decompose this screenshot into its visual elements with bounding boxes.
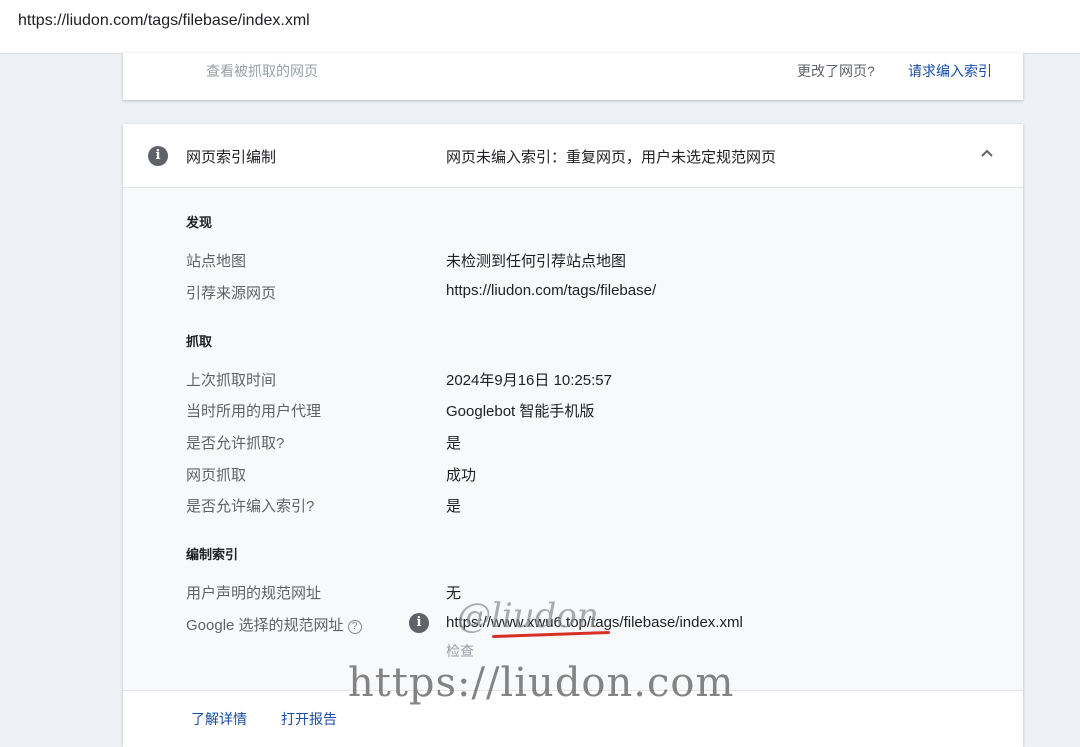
info-icon[interactable]: i [409,613,429,633]
row-value-sitemaps: 未检测到任何引荐站点地图 [446,253,627,270]
row-value-referring-page[interactable]: https://liudon.com/tags/filebase/ [446,282,656,299]
section-title-indexing: 编制索引 [186,547,239,562]
indexing-status: 网页未编入索引：重复网页，用户未选定规范网页 [446,149,777,166]
row-value-user-agent: Googlebot 智能手机版 [446,403,595,420]
address-bar-url[interactable]: https://liudon.com/tags/filebase/index.x… [18,12,310,30]
page-indexing-title: 网页索引编制 [186,149,277,166]
section-title-crawl: 抓取 [186,334,213,349]
help-icon[interactable]: ? [347,620,362,634]
row-value-last-crawl: 2024年9月16日 10:25:57 [446,372,612,389]
row-label-crawl-allowed: 是否允许抓取? [186,435,285,452]
section-title-discovery: 发现 [186,215,213,230]
row-label-user-canonical: 用户声明的规范网址 [186,585,322,602]
row-label-sitemaps: 站点地图 [186,253,247,270]
row-value-crawl-allowed: 是 [446,435,462,452]
inspect-link[interactable]: 检查 [446,641,474,661]
row-value-indexing-allowed: 是 [446,498,462,515]
crawled-page-card: 查看被抓取的网页 更改了网页? 请求编入索引 [123,53,1023,100]
watermark-url: https://liudon.com [348,660,735,706]
watermark-handle: @liudon [457,596,599,636]
row-label-indexing-allowed: 是否允许编入索引? [186,498,315,515]
page-indexing-header[interactable]: i 网页索引编制 网页未编入索引：重复网页，用户未选定规范网页 [123,124,1023,188]
learn-more-button[interactable]: 了解详情 [191,709,247,729]
page-changed-question: 更改了网页? [797,63,875,79]
open-report-button[interactable]: 打开报告 [281,709,337,729]
info-icon: i [148,146,168,166]
row-label-google-canonical: Google 选择的规范网址? [186,614,362,635]
google-canonical-label: Google 选择的规范网址 [186,617,344,634]
row-label-user-agent: 当时所用的用户代理 [186,403,322,420]
row-label-last-crawl: 上次抓取时间 [186,372,277,389]
row-label-page-fetch: 网页抓取 [186,467,247,484]
request-indexing-button[interactable]: 请求编入索引 [908,61,992,81]
page-indexing-card: i 网页索引编制 网页未编入索引：重复网页，用户未选定规范网页 发现 站点地图 … [123,124,1023,747]
row-label-referring-page: 引荐来源网页 [186,285,277,302]
address-bar[interactable]: https://liudon.com/tags/filebase/index.x… [0,0,1080,54]
chevron-up-icon[interactable] [975,142,999,166]
row-value-page-fetch: 成功 [446,467,477,484]
view-crawled-page-link[interactable]: 查看被抓取的网页 [206,61,318,81]
